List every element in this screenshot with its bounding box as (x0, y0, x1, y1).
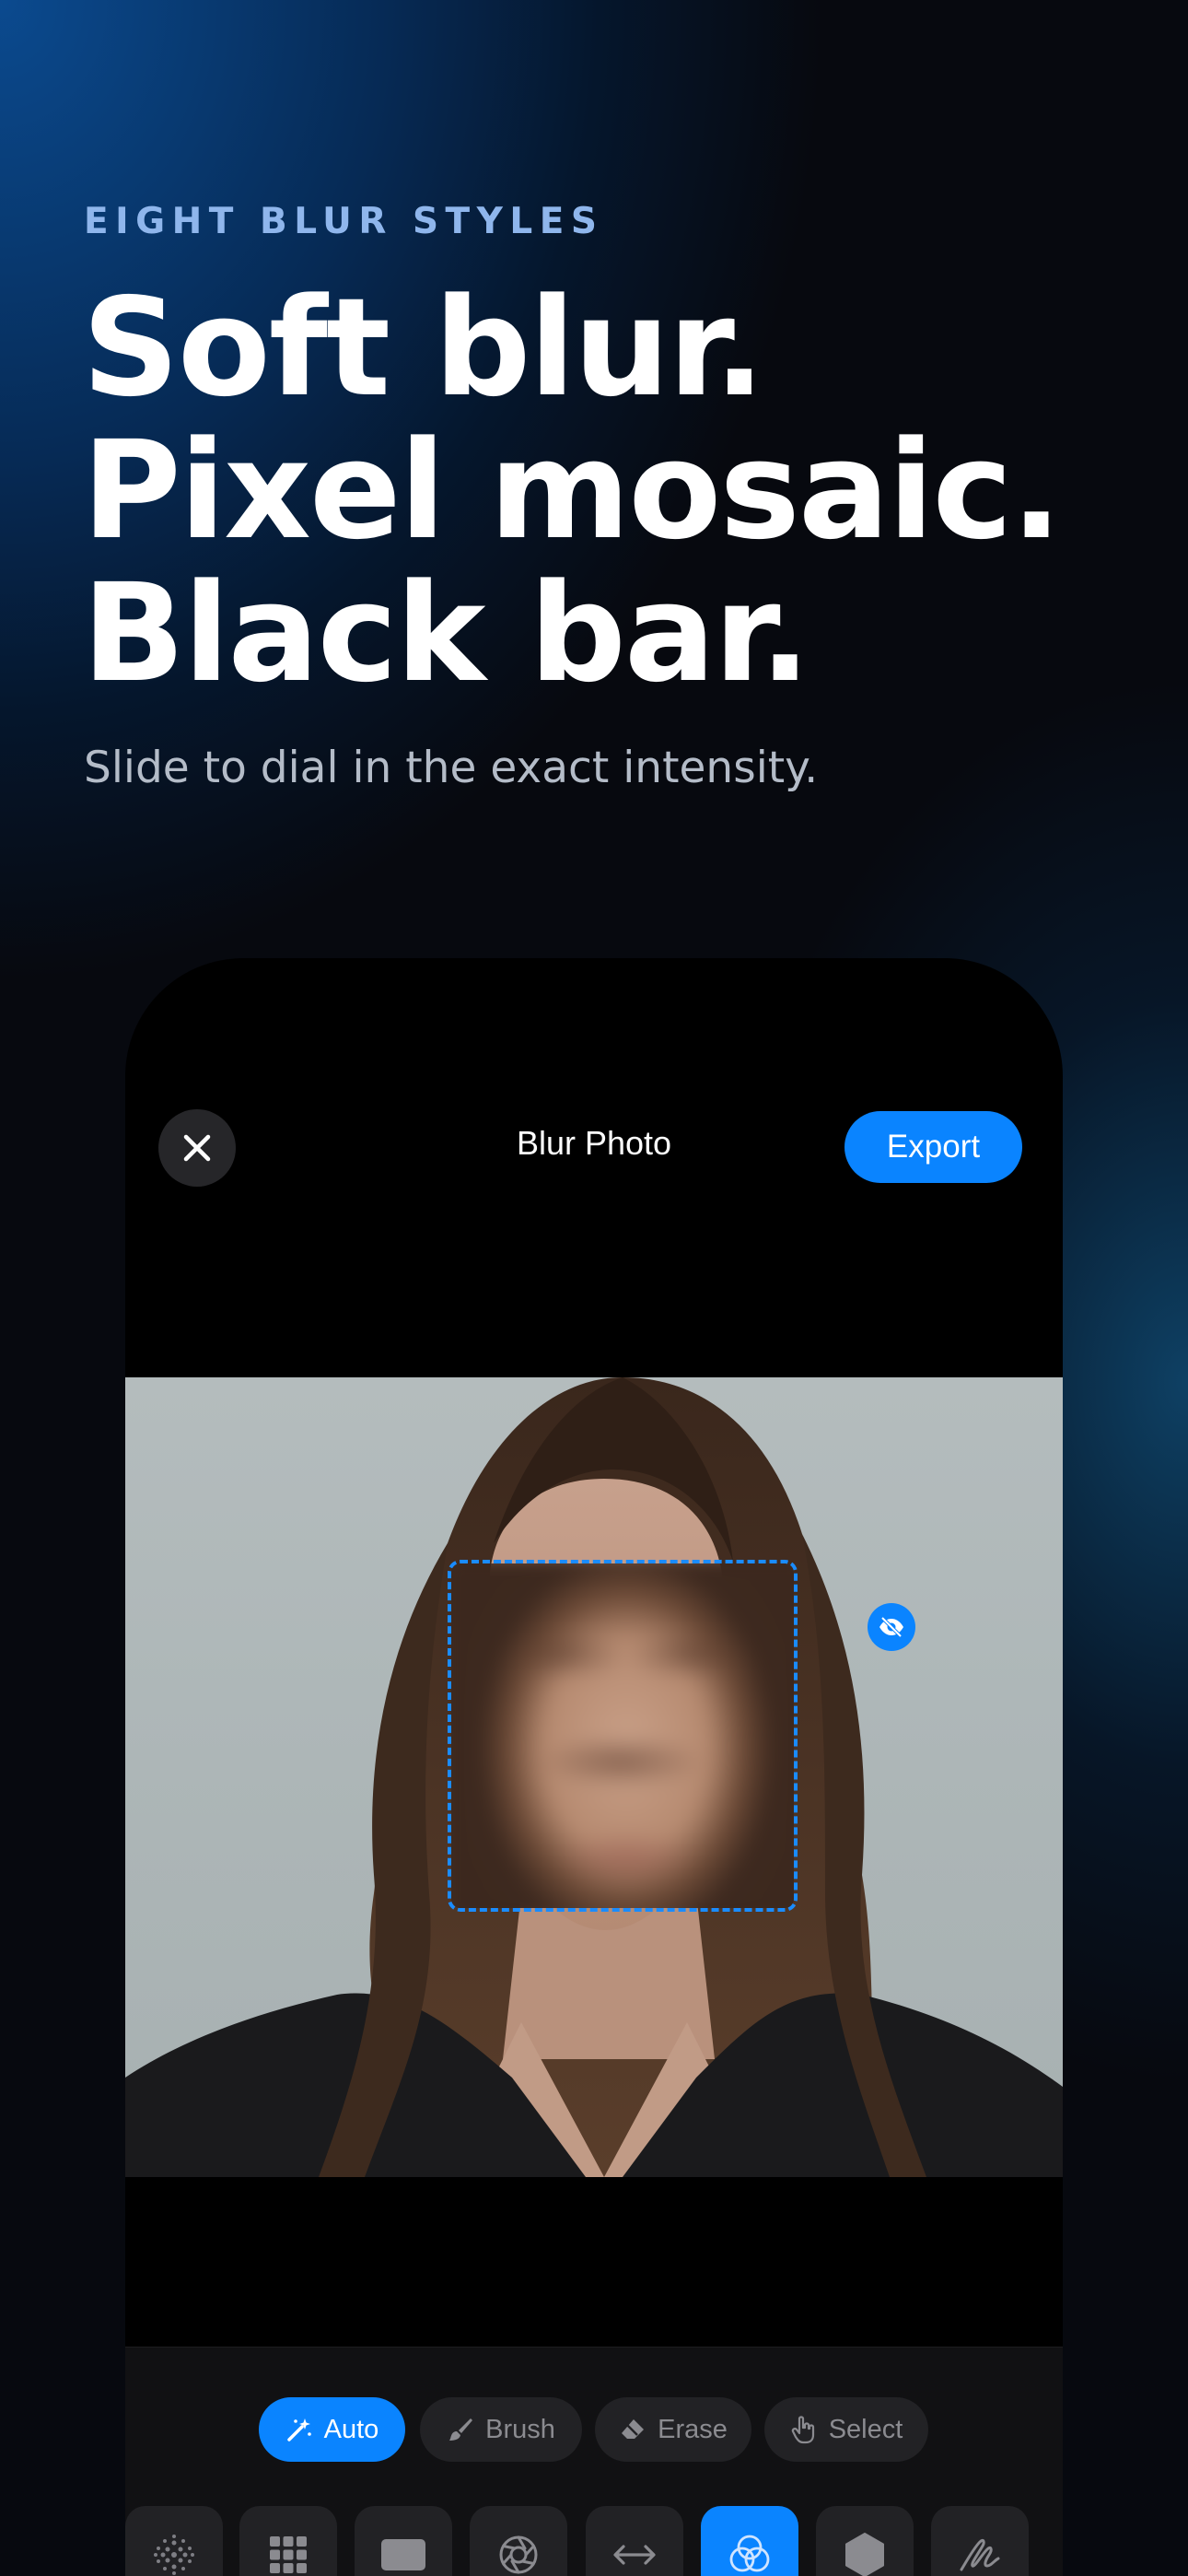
mode-auto-label: Auto (323, 2414, 379, 2444)
magic-wand-icon (286, 2418, 311, 2441)
scribble-icon (960, 2538, 1000, 2571)
blur-style-picker (125, 2506, 1063, 2576)
mode-erase-button[interactable]: Erase (595, 2397, 751, 2462)
subtitle: Slide to dial in the exact intensity. (84, 743, 819, 793)
mode-brush-button[interactable]: Brush (420, 2397, 582, 2462)
mode-erase-label: Erase (658, 2414, 728, 2444)
headline: Soft blur. Pixel mosaic. Black bar. (82, 269, 1062, 712)
eyebrow-text: EIGHT BLUR STYLES (84, 201, 604, 242)
pixel-grid-icon (270, 2536, 307, 2573)
style-stretch-button[interactable] (586, 2506, 683, 2576)
style-dots-button[interactable] (125, 2506, 223, 2576)
photo-canvas[interactable] (125, 1377, 1063, 2177)
style-scribble-button[interactable] (931, 2506, 1029, 2576)
style-hexagon-button[interactable] (816, 2506, 914, 2576)
phone-mockup: Blur Photo Export Auto Brush Erase Selec… (125, 958, 1063, 2576)
brush-icon (449, 2418, 473, 2441)
eye-slash-icon (879, 1617, 903, 1637)
overlapping-circles-icon (729, 2535, 770, 2572)
mode-select-button[interactable]: Select (764, 2397, 928, 2462)
arrows-horizontal-icon (613, 2545, 656, 2565)
headline-line-2: Pixel mosaic. (82, 412, 1062, 569)
dots-grid-icon (154, 2535, 194, 2575)
bottom-toolbar: Auto Brush Erase Select (125, 2347, 1063, 2576)
eraser-icon (622, 2419, 645, 2439)
hand-pointer-icon (791, 2416, 814, 2444)
hexagon-icon (845, 2533, 884, 2576)
app-store-screenshot: EIGHT BLUR STYLES Soft blur. Pixel mosai… (0, 0, 1188, 2576)
mode-select-label: Select (828, 2414, 903, 2444)
style-aperture-button[interactable] (470, 2506, 567, 2576)
nav-bar: Blur Photo Export (125, 958, 1063, 1345)
rectangle-icon (381, 2539, 425, 2570)
style-overlap-button[interactable] (701, 2506, 798, 2576)
mode-auto-button[interactable]: Auto (259, 2397, 405, 2462)
mode-selector: Auto Brush Erase Select (125, 2397, 1063, 2462)
blurred-face-region (451, 1563, 794, 1908)
visibility-toggle-button[interactable] (868, 1603, 915, 1651)
blur-selection-box[interactable] (448, 1560, 798, 1912)
mode-brush-label: Brush (485, 2414, 555, 2444)
headline-line-1: Soft blur. (82, 269, 765, 427)
export-button[interactable]: Export (844, 1111, 1022, 1183)
aperture-icon (499, 2535, 538, 2574)
style-pixel-mosaic-button[interactable] (239, 2506, 337, 2576)
headline-line-3: Black bar. (82, 555, 811, 712)
style-black-bar-button[interactable] (355, 2506, 452, 2576)
